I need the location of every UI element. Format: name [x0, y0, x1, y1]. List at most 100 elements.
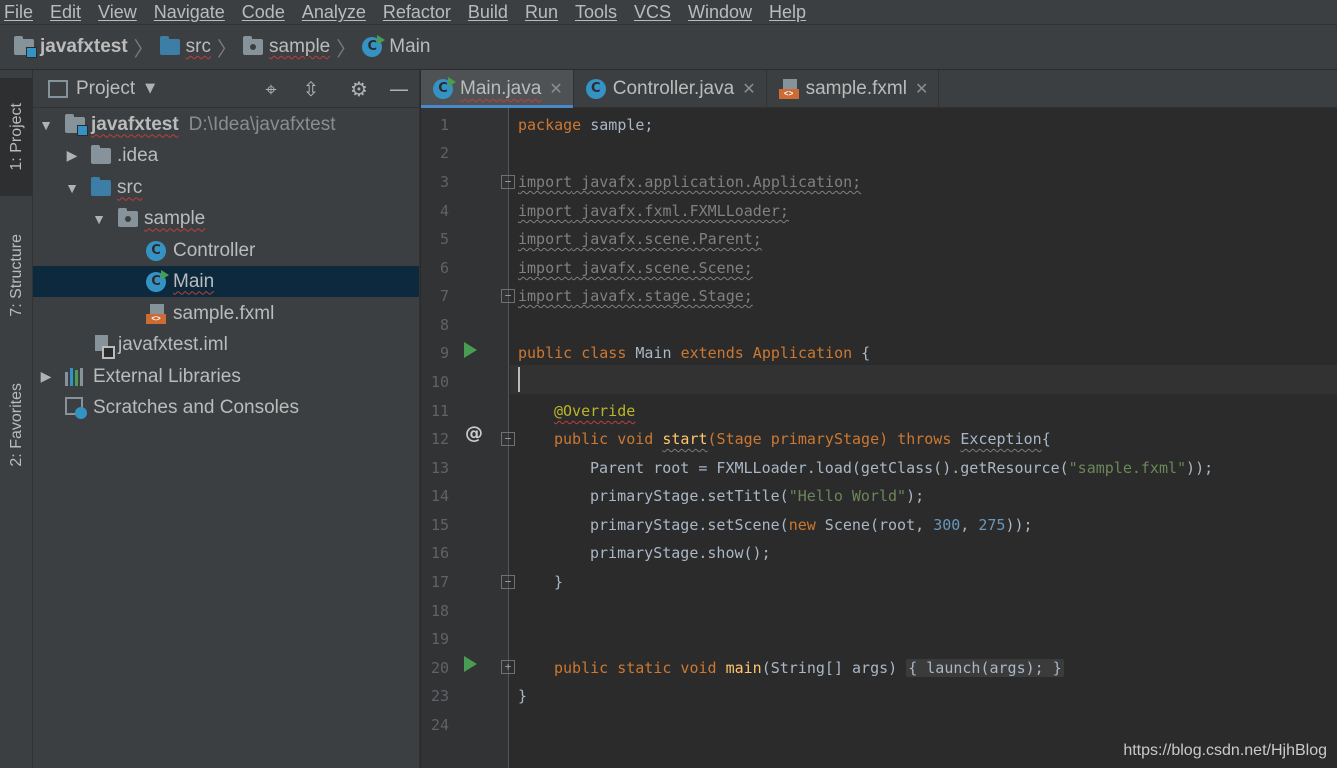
override-gutter-icon[interactable]: @ [465, 423, 483, 444]
fold-marker-icon[interactable]: − [501, 575, 515, 589]
tab-sample-fxml[interactable]: sample.fxml ✕ [767, 70, 940, 108]
run-gutter-icon[interactable] [464, 656, 477, 672]
expand-fold-icon[interactable]: + [501, 660, 515, 674]
tab-controller-java[interactable]: C Controller.java ✕ [574, 70, 767, 108]
close-icon[interactable]: ✕ [742, 79, 755, 99]
menu-analyze[interactable]: Analyze [302, 1, 366, 23]
line-number: 7 [439, 287, 449, 305]
code-line-23: } [518, 687, 528, 705]
tool-tab-structure[interactable]: 7: Structure [0, 210, 33, 340]
collapse-all-icon[interactable]: ⇳ [299, 78, 323, 100]
runnable-class-icon: C [362, 35, 386, 57]
tree-item-main[interactable]: C Main [33, 266, 419, 297]
line-number: 4 [439, 202, 449, 220]
menu-help[interactable]: Help [769, 1, 806, 23]
line-number: 23 [430, 687, 449, 705]
menu-tools[interactable]: Tools [575, 1, 617, 23]
line-number: 14 [430, 487, 449, 505]
tree-item-label: Scratches and Consoles [93, 396, 299, 418]
tree-item-project-root[interactable]: ▼ javafxtest D:\Idea\javafxtest [33, 109, 419, 140]
watermark: https://blog.csdn.net/HjhBlog [1123, 742, 1327, 759]
fold-marker-icon[interactable]: − [501, 175, 515, 189]
chevron-right-icon: 〉 [217, 36, 237, 61]
tool-tab-project[interactable]: 1: Project [0, 78, 33, 196]
menu-refactor[interactable]: Refactor [383, 1, 451, 23]
editor-gutter: 1 2 3 4 5 6 7 8 9 10 11 12 13 14 15 16 1… [421, 108, 515, 768]
line-number: 13 [430, 459, 449, 477]
runnable-class-icon: C [146, 269, 169, 292]
tree-item-sample[interactable]: ▼ sample [33, 203, 419, 234]
breadcrumb-src[interactable]: src [159, 36, 211, 58]
menu-window[interactable]: Window [688, 1, 752, 23]
source-folder-icon [159, 36, 180, 55]
class-icon: C [146, 240, 166, 261]
line-number: 17 [430, 573, 449, 591]
editor-tabs: C Main.java ✕ C Controller.java ✕ sample… [421, 70, 1337, 109]
folded-code-block[interactable]: { launch(args); } [906, 659, 1064, 677]
run-gutter-icon[interactable] [464, 342, 477, 358]
line-number: 16 [430, 544, 449, 562]
tab-label: sample.fxml [805, 78, 907, 99]
tree-item-src[interactable]: ▼ src [33, 172, 419, 203]
line-number: 1 [439, 116, 449, 134]
tree-item-label: sample [144, 207, 206, 229]
code-line-9: public class Main extends Application { [518, 344, 871, 362]
tree-item-sample-fxml[interactable]: sample.fxml [33, 298, 419, 329]
code-line-13: Parent root = FXMLLoader.load(getClass()… [590, 459, 1214, 477]
close-icon[interactable]: ✕ [549, 79, 562, 99]
breadcrumb-main[interactable]: C Main [362, 35, 431, 58]
module-file-icon [93, 334, 115, 359]
fold-marker-icon[interactable]: − [501, 289, 515, 303]
menu-edit[interactable]: Edit [50, 1, 81, 23]
breadcrumb-main-label: Main [389, 36, 431, 57]
menu-build[interactable]: Build [468, 1, 508, 23]
hide-icon[interactable]: — [387, 78, 411, 100]
tree-item-external-libraries[interactable]: ▶ External Libraries [33, 361, 419, 392]
breadcrumb-project[interactable]: javafxtest [14, 36, 128, 58]
class-icon: C [585, 79, 606, 99]
collapse-arrow-icon[interactable]: ▶ [65, 147, 79, 164]
breadcrumb-sample[interactable]: sample [243, 36, 330, 58]
tree-item-label: sample.fxml [173, 302, 275, 324]
line-number: 12 [430, 430, 449, 448]
code-line-7: import javafx.stage.Stage; [518, 287, 753, 305]
expand-arrow-icon[interactable]: ▼ [65, 180, 79, 196]
menu-run[interactable]: Run [525, 1, 558, 23]
current-line-highlight [510, 365, 1337, 394]
menu-navigate[interactable]: Navigate [154, 1, 225, 23]
tool-tab-favorites[interactable]: 2: Favorites [0, 362, 33, 488]
line-number: 11 [430, 402, 449, 420]
line-number: 3 [439, 173, 449, 191]
line-number: 10 [430, 373, 449, 391]
collapse-arrow-icon[interactable]: ▶ [39, 368, 53, 385]
expand-arrow-icon[interactable]: ▼ [92, 211, 106, 227]
chevron-down-icon[interactable]: ▼ [145, 81, 155, 96]
fold-marker-icon[interactable]: − [501, 432, 515, 446]
gear-icon[interactable]: ⚙ [347, 78, 371, 100]
expand-arrow-icon[interactable]: ▼ [39, 117, 53, 133]
code-line-14: primaryStage.setTitle("Hello World"); [590, 487, 925, 505]
menu-code[interactable]: Code [242, 1, 285, 23]
project-view-selector[interactable]: Project [76, 78, 135, 100]
tree-item-label: .idea [117, 144, 159, 166]
tab-label: Main.java [460, 78, 542, 99]
line-number: 8 [439, 316, 449, 334]
menu-view[interactable]: View [98, 1, 137, 23]
tab-label: Controller.java [612, 78, 735, 99]
tree-item-controller[interactable]: C Controller [33, 235, 419, 266]
menu-file[interactable]: File [4, 1, 33, 23]
tree-item-scratches[interactable]: Scratches and Consoles [33, 392, 419, 423]
panel-view-icon [48, 79, 68, 98]
tab-main-java[interactable]: C Main.java ✕ [421, 70, 574, 109]
line-number: 19 [430, 630, 449, 648]
package-icon [243, 36, 263, 55]
menu-vcs[interactable]: VCS [634, 1, 671, 23]
code-line-20: public static void main(String[] args) {… [554, 659, 1064, 677]
project-panel: Project ▼ ⌖ ⇳ ⚙ — ▼ javafxtest D:\Idea\j… [33, 70, 420, 768]
close-icon[interactable]: ✕ [915, 79, 928, 99]
locate-icon[interactable]: ⌖ [259, 78, 283, 100]
code-editor[interactable]: 1 2 3 4 5 6 7 8 9 10 11 12 13 14 15 16 1… [421, 108, 1337, 768]
tool-tab-structure-label: 7: Structure [7, 233, 25, 317]
tree-item-iml[interactable]: javafxtest.iml [33, 329, 419, 360]
tree-item-idea[interactable]: ▶ .idea [33, 140, 419, 171]
